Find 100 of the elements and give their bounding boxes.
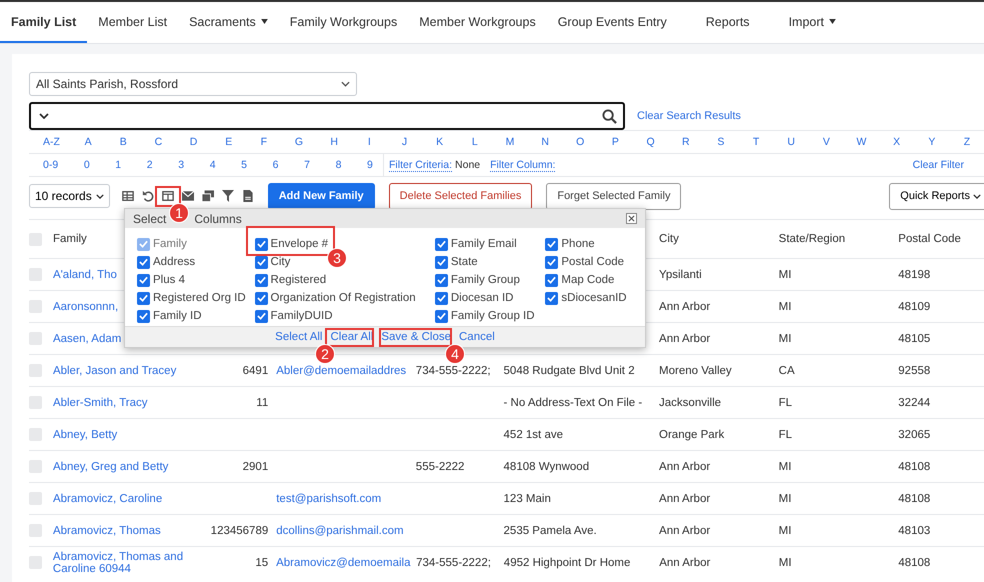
nav-tab[interactable]: Group Events Entry — [546, 2, 678, 43]
digit-filter-link[interactable]: 6 — [272, 159, 278, 171]
letter-filter-link[interactable]: U — [784, 136, 798, 148]
column-checkbox[interactable] — [545, 238, 558, 250]
letter-filter-link[interactable]: T — [749, 136, 764, 148]
family-name-link[interactable]: Abler, Jason and Tracey — [52, 364, 196, 376]
letter-filter-link[interactable]: N — [538, 136, 552, 148]
column-checkbox[interactable] — [434, 310, 448, 322]
digit-filter-link[interactable]: 3 — [178, 159, 184, 171]
letter-filter-link[interactable]: R — [678, 136, 693, 148]
column-checkbox[interactable] — [254, 292, 268, 304]
parish-select[interactable]: All Saints Parish, Rossford — [29, 72, 357, 96]
family-name-link[interactable]: Abramovicz, Caroline — [52, 492, 196, 504]
digit-filter-link[interactable]: 0 — [84, 159, 90, 171]
email-link[interactable]: dcollins@parishmail.com — [276, 524, 404, 536]
dialog-action-link[interactable]: Cancel — [459, 331, 495, 343]
digit-filter-link[interactable]: 4 — [210, 159, 216, 171]
letter-filter-link[interactable]: A — [81, 136, 96, 148]
letter-filter-link[interactable]: K — [432, 136, 447, 148]
column-checkbox[interactable] — [137, 310, 150, 322]
search-icon[interactable] — [602, 108, 617, 124]
column-checkbox[interactable] — [545, 256, 558, 268]
column-checkbox[interactable] — [254, 238, 268, 250]
family-name-link[interactable]: Abney, Greg and Betty — [52, 460, 196, 472]
column-checkbox[interactable] — [137, 256, 150, 268]
column-header[interactable]: Postal Code — [894, 233, 984, 245]
envelope-icon[interactable] — [182, 190, 194, 202]
columns-icon[interactable] — [162, 190, 174, 202]
delete-families-button[interactable]: Delete Selected Families — [388, 182, 532, 210]
filter-icon[interactable] — [222, 190, 234, 202]
letter-filter-link[interactable]: L — [468, 136, 482, 148]
search-field[interactable] — [29, 102, 625, 130]
column-checkbox[interactable] — [254, 310, 268, 322]
column-checkbox[interactable] — [254, 256, 268, 268]
records-dropdown[interactable]: 10 records — [29, 184, 110, 208]
letter-filter-link[interactable]: F — [256, 136, 271, 148]
nav-tab[interactable]: Import — [778, 2, 847, 43]
letter-filter-link[interactable]: S — [714, 136, 728, 148]
letter-filter-link[interactable]: D — [186, 136, 201, 148]
letter-filter-link[interactable]: V — [819, 136, 834, 148]
clear-filter-link[interactable]: Clear Filter — [612, 159, 964, 171]
undo-icon[interactable] — [142, 190, 154, 202]
family-name-link[interactable]: Abramovicz, Thomas — [52, 524, 196, 536]
family-name-link[interactable]: Abney, Betty — [52, 428, 196, 440]
document-icon[interactable] — [242, 190, 254, 202]
nav-tab[interactable]: Family Workgroups — [278, 2, 408, 43]
letter-filter-link[interactable]: Y — [924, 136, 939, 148]
column-checkbox[interactable] — [137, 274, 150, 286]
column-checkbox[interactable] — [545, 292, 558, 304]
letter-filter-link[interactable]: I — [362, 136, 376, 148]
nav-tab[interactable]: Reports — [678, 2, 778, 43]
digit-filter-link[interactable]: 2 — [146, 159, 153, 171]
email-link[interactable]: test@parishsoft.com — [276, 492, 382, 504]
family-name-link[interactable]: Abler-Smith, Tracy — [52, 396, 196, 408]
state-text: MI — [778, 268, 792, 280]
email-link[interactable]: Abler@demoemailaddres — [276, 364, 406, 376]
letter-filter-link[interactable]: W — [854, 136, 869, 148]
clear-search-link[interactable]: Clear Search Results — [637, 110, 741, 122]
letter-filter-link[interactable]: P — [608, 136, 622, 148]
column-header[interactable]: City — [655, 233, 775, 245]
column-checkbox[interactable] — [434, 274, 448, 286]
letter-filter-link[interactable]: J — [397, 136, 412, 148]
column-checkbox[interactable] — [545, 274, 558, 286]
letter-filter-link[interactable]: Z — [960, 136, 974, 148]
nav-tab[interactable]: Member List — [87, 2, 178, 43]
digit-filter-link[interactable]: 9 — [367, 159, 373, 171]
letter-filter-link[interactable]: B — [116, 136, 130, 148]
letter-filter-link[interactable]: O — [573, 136, 588, 148]
letter-filter-link[interactable]: X — [890, 136, 904, 148]
forget-family-button[interactable]: Forget Selected Family — [546, 182, 682, 210]
nav-tab[interactable]: Member Workgroups — [408, 2, 547, 43]
cards-icon[interactable] — [202, 190, 214, 202]
digit-filter-link[interactable]: 7 — [304, 159, 310, 171]
nav-tab[interactable]: Family List — [0, 2, 88, 43]
nav-tab[interactable]: Sacraments — [178, 2, 279, 43]
dialog-action-link[interactable]: Select All — [275, 331, 322, 343]
digit-filter-link[interactable]: 5 — [241, 159, 247, 171]
dialog-action-link[interactable]: Save & Close — [381, 331, 451, 343]
digit-filter-link[interactable]: 1 — [115, 159, 122, 171]
close-button[interactable] — [626, 213, 637, 224]
letter-filter-link[interactable]: M — [502, 136, 517, 148]
column-checkbox[interactable] — [434, 292, 448, 304]
digit-filter-link[interactable]: 8 — [336, 159, 342, 171]
letter-filter-link[interactable]: C — [151, 136, 166, 148]
digit-filter-link[interactable]: 0-9 — [43, 159, 58, 171]
column-header[interactable]: State/Region — [774, 233, 894, 245]
letter-filter-link[interactable]: A-Z — [43, 136, 60, 148]
letter-filter-link[interactable]: G — [292, 136, 306, 148]
column-checkbox[interactable] — [137, 292, 150, 304]
column-checkbox[interactable] — [434, 256, 448, 268]
letter-filter-link[interactable]: Q — [644, 136, 658, 148]
family-name-link[interactable]: Abramovicz, Thomas and Caroline 60944 — [52, 550, 196, 574]
letter-filter-link[interactable]: E — [222, 136, 236, 148]
add-family-button[interactable]: Add New Family — [268, 182, 375, 210]
table-icon[interactable] — [122, 190, 134, 202]
quick-reports-button[interactable]: Quick Reports — [889, 182, 984, 210]
letter-filter-link[interactable]: H — [327, 136, 342, 148]
email-link[interactable]: Abramovicz@demoemaila — [276, 556, 410, 568]
column-checkbox[interactable] — [254, 274, 268, 286]
column-checkbox[interactable] — [434, 238, 448, 250]
